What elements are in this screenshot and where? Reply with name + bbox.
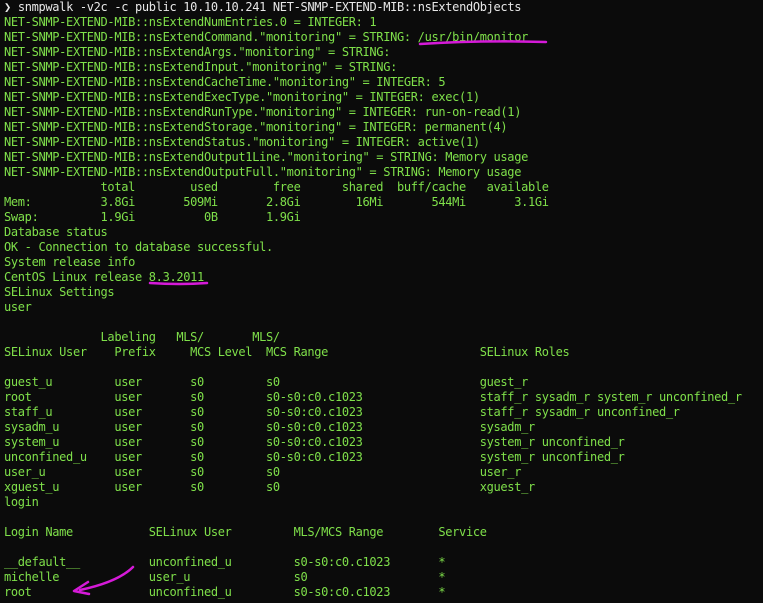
output-line: NET-SNMP-EXTEND-MIB::nsExtendCommand."mo… (4, 30, 528, 44)
command-line: ❯ snmpwalk -v2c -c public 10.10.10.241 N… (4, 0, 521, 15)
output-line: OK - Connection to database successful. (4, 240, 273, 254)
output-line: Database status (4, 225, 108, 239)
output-line: user (4, 300, 32, 314)
login-header-line: Login Name SELinux User MLS/MCS Range Se… (4, 525, 487, 539)
memory-mem-line: Mem: 3.8Gi 509Mi 2.8Gi 16Mi 544Mi 3.1Gi (4, 195, 549, 209)
output-line: SELinux Settings (4, 285, 115, 299)
selinux-header-line: SELinux User Prefix MCS Level MCS Range … (4, 345, 570, 359)
memory-swap-line: Swap: 1.9Gi 0B 1.9Gi (4, 210, 301, 224)
selinux-header-line: Labeling MLS/ MLS/ (4, 330, 281, 344)
command-text: snmpwalk -v2c -c public 10.10.10.241 NET… (17, 0, 522, 14)
output-line: NET-SNMP-EXTEND-MIB::nsExtendOutput1Line… (4, 150, 528, 164)
login-row: root unconfined_u s0-s0:c0.c1023 * (4, 585, 446, 599)
memory-header-line: total used free shared buff/cache availa… (4, 180, 550, 194)
output-line: NET-SNMP-EXTEND-MIB::nsExtendInput."moni… (4, 60, 397, 74)
output-line: NET-SNMP-EXTEND-MIB::nsExtendExecType."m… (4, 90, 480, 104)
selinux-user-row: unconfined_u user s0 s0-s0:c0.c1023 syst… (4, 450, 625, 464)
output-line: NET-SNMP-EXTEND-MIB::nsExtendOutputFull.… (4, 165, 522, 179)
selinux-user-row: system_u user s0 s0-s0:c0.c1023 system_r… (4, 435, 625, 449)
output-line: NET-SNMP-EXTEND-MIB::nsExtendNumEntries.… (4, 15, 377, 29)
release-line: CentOS Linux release 8.3.2011 (4, 270, 204, 284)
output-line: NET-SNMP-EXTEND-MIB::nsExtendCacheTime."… (4, 75, 446, 89)
terminal-output[interactable]: ❯ snmpwalk -v2c -c public 10.10.10.241 N… (4, 0, 763, 603)
selinux-user-row: staff_u user s0 s0-s0:c0.c1023 staff_r s… (4, 405, 680, 419)
login-row: __default__ unconfined_u s0-s0:c0.c1023 … (4, 555, 446, 569)
output-line: NET-SNMP-EXTEND-MIB::nsExtendStorage."mo… (4, 120, 508, 134)
output-line: login (4, 495, 39, 509)
output-line: NET-SNMP-EXTEND-MIB::nsExtendStatus."mon… (4, 135, 480, 149)
output-line: NET-SNMP-EXTEND-MIB::nsExtendRunType."mo… (4, 105, 522, 119)
selinux-user-row: sysadm_u user s0 s0-s0:c0.c1023 sysadm_r (4, 420, 535, 434)
selinux-user-row: guest_u user s0 s0 guest_r (4, 375, 528, 389)
selinux-user-row: root user s0 s0-s0:c0.c1023 staff_r sysa… (4, 390, 742, 404)
selinux-user-row: user_u user s0 s0 user_r (4, 465, 522, 479)
login-row: michelle user_u s0 * (4, 570, 446, 584)
output-line: System release info (4, 255, 135, 269)
prompt-symbol: ❯ (4, 0, 11, 14)
selinux-user-row: xguest_u user s0 s0 xguest_r (4, 480, 535, 494)
output-line: NET-SNMP-EXTEND-MIB::nsExtendArgs."monit… (4, 45, 391, 59)
